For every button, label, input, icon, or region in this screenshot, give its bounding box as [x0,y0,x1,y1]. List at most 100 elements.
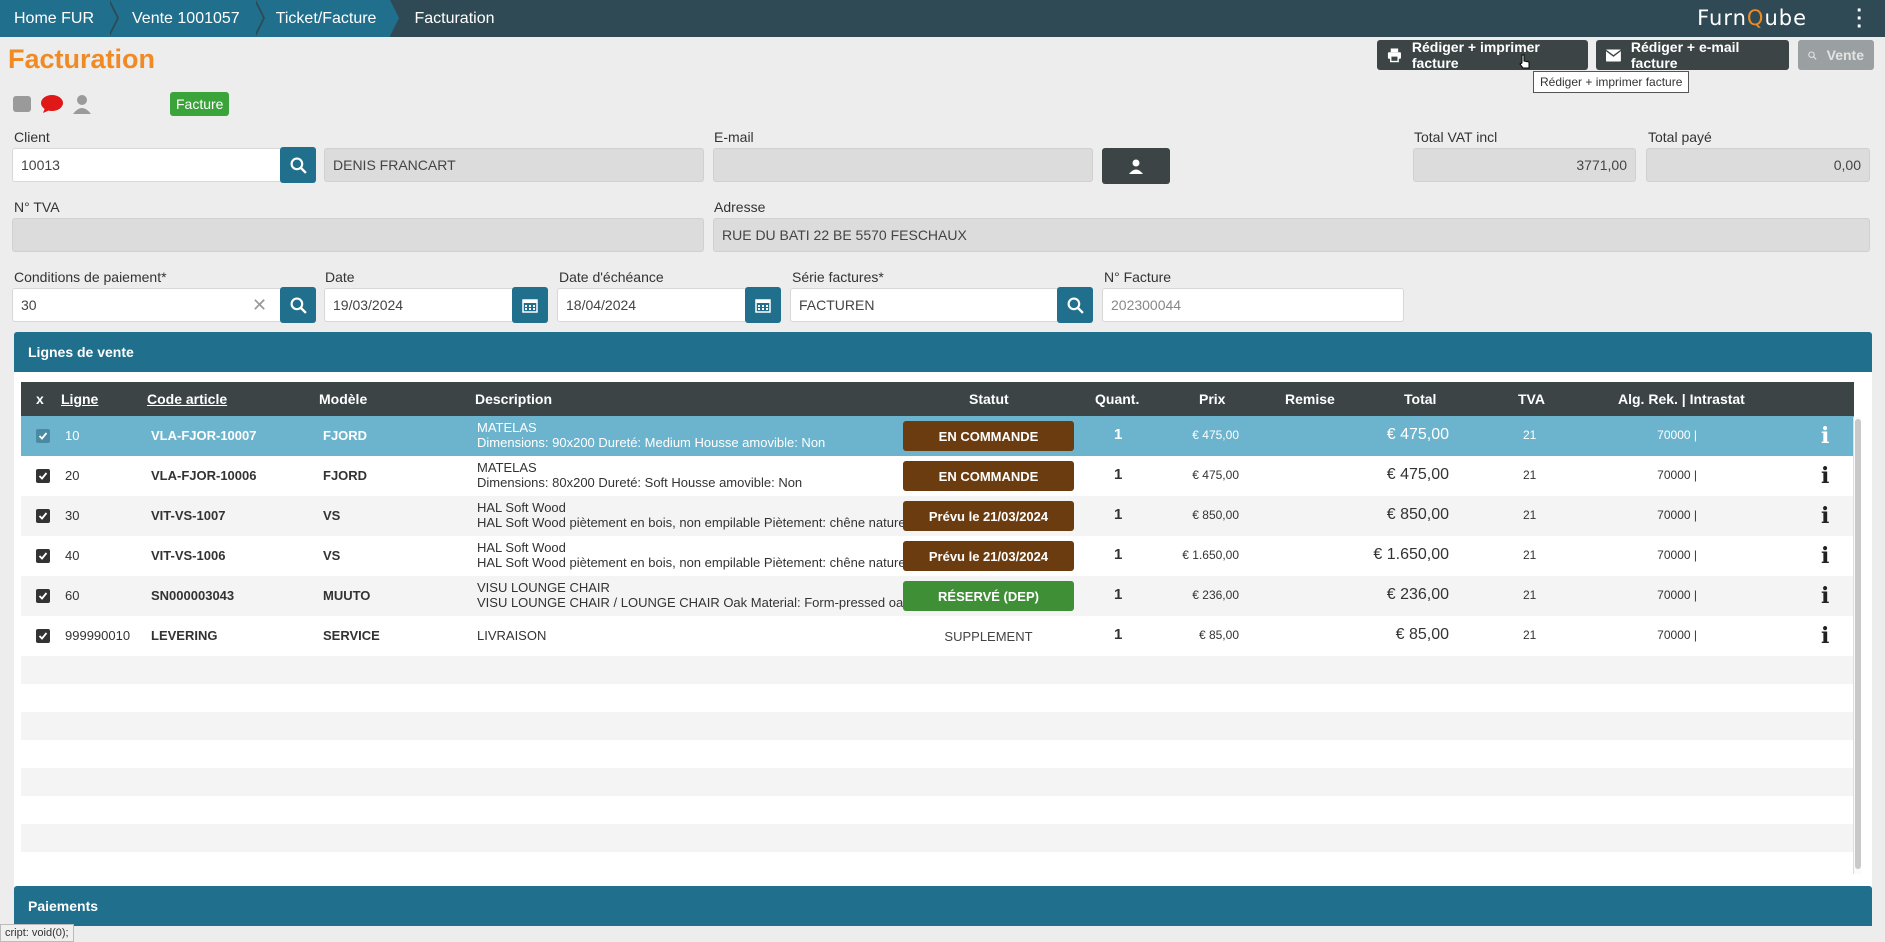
col-model[interactable]: Modèle [319,391,367,407]
col-select[interactable]: x [36,391,44,407]
table-row[interactable]: 20 VLA-FJOR-10006 FJORD MATELAS Dimensions: … [21,456,1854,496]
address-label: Adresse [714,199,766,215]
row-vat: 21 [1523,428,1537,442]
search-icon [290,297,307,314]
row-description-detail: Dimensions: 80x200 Dureté: Soft Housse a… [477,475,803,490]
vente-button[interactable]: Vente [1798,40,1874,70]
col-vat[interactable]: TVA [1518,391,1545,407]
col-code[interactable]: Code article [147,391,227,407]
grid-header: x Ligne Code article Modèle Description … [21,382,1854,416]
breadcrumb-label: Ticket/Facture [275,9,377,27]
row-checkbox[interactable] [36,469,50,483]
info-icon[interactable]: i [1821,423,1829,449]
row-price: € 236,00 [1192,588,1239,602]
email-field[interactable] [713,148,1093,182]
contact-button[interactable] [1102,148,1170,184]
col-line[interactable]: Ligne [61,391,98,407]
col-quantity[interactable]: Quant. [1095,391,1139,407]
due-date-input[interactable]: 18/04/2024 [557,288,747,322]
vat-number-field[interactable] [12,218,704,252]
total-vat-field: 3771,00 [1413,148,1636,182]
kebab-menu-icon[interactable]: · · · [1856,1,1863,37]
row-price: € 475,00 [1192,468,1239,482]
breadcrumb-ticket[interactable]: Ticket/Facture [253,0,402,37]
row-code: VIT-VS-1006 [151,548,226,563]
empty-row [21,824,1854,852]
row-code: VIT-VS-1007 [151,508,226,523]
row-description-title: MATELAS [477,460,537,475]
info-icon[interactable]: i [1821,503,1829,529]
user-icon[interactable] [72,94,92,114]
row-description: VISU LOUNGE CHAIR VISU LOUNGE CHAIR / LOU… [477,580,922,610]
breadcrumb-label: Home FUR [14,9,95,27]
date-input[interactable]: 19/03/2024 [324,288,514,322]
email-invoice-button[interactable]: Rédiger + e-mail facture [1596,39,1789,71]
row-description: HAL Soft Wood HAL Soft Wood piètement en … [477,540,922,570]
payment-terms-label: Conditions de paiement* [14,269,167,285]
table-row[interactable]: 40 VIT-VS-1006 VS HAL Soft Wood HAL Soft Woo… [21,536,1854,576]
row-status-badge: EN COMMANDE [903,421,1074,451]
info-icon[interactable]: i [1821,623,1829,649]
payments-panel-header[interactable]: Paiements [14,886,1872,926]
col-total[interactable]: Total [1404,391,1436,407]
row-model: FJORD [323,428,368,443]
info-icon[interactable]: i [1821,583,1829,609]
client-input[interactable]: 10013 [12,148,282,182]
row-model: VS [323,508,341,523]
row-checkbox[interactable] [36,429,50,443]
row-accounting: 70000 | [1657,628,1697,642]
row-line: 20 [65,468,80,483]
row-vat: 21 [1523,468,1537,482]
row-code: VLA-FJOR-10007 [151,428,257,443]
client-search-button[interactable] [280,147,316,183]
note-icon[interactable] [12,94,32,114]
row-accounting: 70000 | [1657,468,1697,482]
row-price: € 850,00 [1192,508,1239,522]
clear-icon[interactable]: ✕ [252,295,267,316]
scrollbar-thumb[interactable] [1855,419,1861,869]
row-status-badge: RÉSERVÉ (DEP) [903,581,1074,611]
browser-status-bar: cript: void(0); [0,924,74,942]
row-accounting: 70000 | [1657,548,1697,562]
col-price[interactable]: Prix [1199,391,1225,407]
row-status-badge: SUPPLEMENT [944,628,1033,644]
col-status[interactable]: Statut [969,391,1009,407]
payment-terms-search-button[interactable] [280,287,316,323]
col-discount[interactable]: Remise [1285,391,1335,407]
print-invoice-button[interactable]: Rédiger + imprimer facture [1377,39,1588,71]
payment-terms-input[interactable]: 30 [12,288,282,322]
breadcrumb-home[interactable]: Home FUR [0,0,120,37]
invoice-number-input[interactable]: 202300044 [1102,288,1404,322]
invoice-series-search-button[interactable] [1057,287,1093,323]
grid-scrollbar[interactable] [1853,417,1861,874]
invoice-series-input[interactable]: FACTUREN [790,288,1060,322]
row-model: SERVICE [323,628,380,643]
row-checkbox[interactable] [36,629,50,643]
table-row[interactable]: 10 VLA-FJOR-10007 FJORD MATELAS Dimensions: … [21,416,1854,456]
table-row[interactable]: 999990010 LEVERING SERVICE LIVRAISON SUPPLEM… [21,616,1854,656]
col-description[interactable]: Description [475,391,552,407]
date-picker-button[interactable] [512,287,548,323]
row-description-title: LIVRAISON [477,628,547,643]
sales-lines-panel-header[interactable]: Lignes de vente [14,332,1872,372]
col-accounting[interactable]: Alg. Rek. | Intrastat [1618,391,1745,407]
row-checkbox[interactable] [36,589,50,603]
table-row[interactable]: 30 VIT-VS-1007 VS HAL Soft Wood HAL Soft Woo… [21,496,1854,536]
chat-bubble-icon[interactable] [40,94,64,114]
row-checkbox[interactable] [36,509,50,523]
due-date-picker-button[interactable] [745,287,781,323]
info-icon[interactable]: i [1821,463,1829,489]
top-navigation-bar: Home FUR Vente 1001057 Ticket/Facture Fa… [0,0,1885,37]
row-checkbox[interactable] [36,549,50,563]
row-vat: 21 [1523,588,1537,602]
invoice-series-label: Série factures* [792,269,884,285]
row-line: 60 [65,588,80,603]
invoice-number-label: N° Facture [1104,269,1172,285]
info-icon[interactable]: i [1821,543,1829,569]
invoice-type-badge: Facture [170,92,230,116]
total-paid-field: 0,00 [1646,148,1870,182]
table-row[interactable]: 60 SN000003043 MUUTO VISU LOUNGE CHAIR VISU … [21,576,1854,616]
row-description-title: VISU LOUNGE CHAIR [477,580,610,595]
print-invoice-label: Rédiger + imprimer facture [1411,39,1540,71]
breadcrumb-vente[interactable]: Vente 1001057 [108,0,265,37]
